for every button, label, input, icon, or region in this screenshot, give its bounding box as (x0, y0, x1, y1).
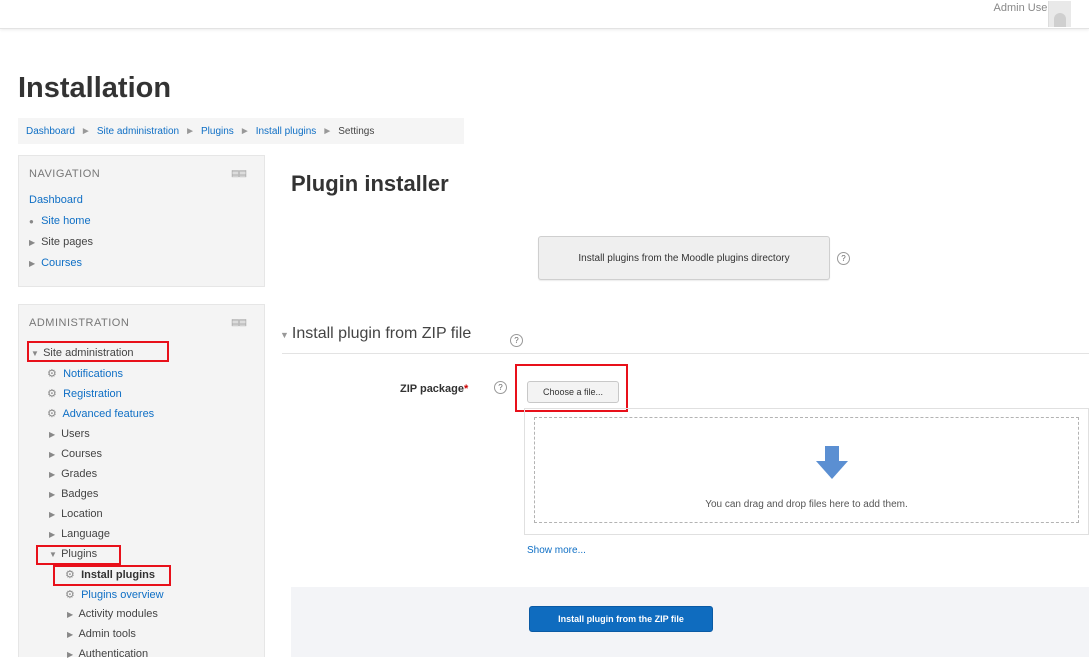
bullet-icon: ● (29, 217, 34, 226)
required-mark: * (464, 383, 469, 395)
breadcrumb-separator: ► (185, 125, 195, 137)
expand-arrow-icon[interactable]: ▶ (29, 259, 38, 268)
expand-arrow-icon[interactable]: ▶ (67, 650, 76, 659)
expand-arrow-icon[interactable]: ▶ (49, 530, 58, 539)
section-divider (282, 353, 1089, 354)
admin-item-advanced-features[interactable]: ⚙ Advanced features (47, 407, 154, 420)
admin-plugins-overview-link[interactable]: Plugins overview (81, 589, 164, 601)
nav-item-courses[interactable]: ▶ Courses (29, 257, 82, 269)
admin-item-language[interactable]: ▶ Language (49, 528, 110, 540)
top-navbar: Admin User (0, 0, 1089, 29)
install-from-directory-button[interactable]: Install plugins from the Moodle plugins … (538, 236, 830, 280)
breadcrumb-separator: ► (322, 125, 333, 137)
admin-item-activity-modules[interactable]: ▶ Activity modules (67, 608, 158, 620)
nav-dashboard-link[interactable]: Dashboard (29, 194, 83, 206)
admin-grades-label[interactable]: Grades (61, 468, 97, 480)
show-more-link[interactable]: Show more... (527, 545, 586, 556)
breadcrumb-dashboard[interactable]: Dashboard (26, 126, 75, 137)
collapse-arrow-icon[interactable]: ▼ (280, 330, 289, 340)
admin-authentication-label[interactable]: Authentication (78, 648, 148, 660)
administration-block-title: ADMINISTRATION (29, 317, 130, 329)
expand-arrow-icon[interactable]: ▶ (49, 450, 58, 459)
admin-item-notifications[interactable]: ⚙ Notifications (47, 367, 123, 380)
admin-registration-link[interactable]: Registration (63, 388, 122, 400)
nav-item-site-home[interactable]: ● Site home (29, 215, 91, 227)
admin-courses-label[interactable]: Courses (61, 448, 102, 460)
admin-item-authentication[interactable]: ▶ Authentication (67, 648, 148, 660)
admin-item-registration[interactable]: ⚙ Registration (47, 387, 122, 400)
expand-arrow-icon[interactable]: ▶ (49, 430, 58, 439)
nav-site-home-link[interactable]: Site home (41, 215, 91, 227)
admin-item-plugins-overview[interactable]: ⚙ Plugins overview (65, 588, 164, 601)
breadcrumb-install-plugins[interactable]: Install plugins (256, 126, 317, 137)
breadcrumb-separator: ► (80, 125, 91, 137)
breadcrumb-site-administration[interactable]: Site administration (97, 126, 179, 137)
admin-activity-modules-label[interactable]: Activity modules (78, 608, 157, 620)
drop-zone-text: You can drag and drop files here to add … (705, 499, 908, 510)
choose-file-button[interactable]: Choose a file... (527, 381, 619, 403)
admin-item-grades[interactable]: ▶ Grades (49, 468, 97, 480)
navigation-block-title: NAVIGATION (29, 168, 101, 180)
page-title: Installation (18, 72, 172, 104)
highlight-install-plugins (53, 565, 171, 586)
admin-language-label[interactable]: Language (61, 528, 110, 540)
highlight-plugins (36, 545, 121, 565)
admin-item-location[interactable]: ▶ Location (49, 508, 103, 520)
expand-arrow-icon[interactable]: ▶ (49, 510, 58, 519)
expand-arrow-icon[interactable]: ▶ (67, 630, 76, 639)
admin-admin-tools-label[interactable]: Admin tools (78, 628, 135, 640)
block-controls-icon[interactable]: ▤▤ (231, 317, 247, 328)
zip-section-legend-text[interactable]: Install plugin from ZIP file (292, 325, 471, 342)
user-menu-name[interactable]: Admin User (994, 2, 1051, 14)
help-icon[interactable]: ? (837, 252, 850, 265)
nav-courses-link[interactable]: Courses (41, 257, 82, 269)
admin-item-badges[interactable]: ▶ Badges (49, 488, 98, 500)
nav-item-site-pages[interactable]: ▶ Site pages (29, 236, 93, 248)
nav-item-dashboard[interactable]: Dashboard (29, 194, 83, 206)
admin-item-users[interactable]: ▶ Users (49, 428, 90, 440)
breadcrumb-settings: Settings (338, 125, 375, 137)
plugin-installer-heading: Plugin installer (291, 171, 449, 196)
help-icon[interactable]: ? (494, 381, 507, 394)
admin-item-admin-tools[interactable]: ▶ Admin tools (67, 628, 136, 640)
admin-notifications-link[interactable]: Notifications (63, 368, 123, 380)
highlight-site-administration (27, 341, 169, 362)
breadcrumb: Dashboard ► Site administration ► Plugin… (18, 118, 464, 144)
admin-location-label[interactable]: Location (61, 508, 103, 520)
gear-icon: ⚙ (47, 388, 57, 400)
down-arrow-icon (816, 446, 848, 479)
navigation-block: NAVIGATION ▤▤ Dashboard ● Site home ▶ Si… (18, 155, 265, 287)
gear-icon: ⚙ (47, 368, 57, 380)
breadcrumb-separator: ► (239, 125, 250, 137)
admin-item-courses[interactable]: ▶ Courses (49, 448, 102, 460)
block-controls-icon[interactable]: ▤▤ (231, 168, 247, 179)
expand-arrow-icon[interactable]: ▶ (29, 238, 38, 247)
gear-icon: ⚙ (47, 408, 57, 420)
zip-package-label-text: ZIP package (400, 383, 464, 395)
admin-badges-label[interactable]: Badges (61, 488, 98, 500)
gear-icon: ⚙ (65, 589, 75, 601)
zip-package-label: ZIP package* (400, 383, 468, 395)
expand-arrow-icon[interactable]: ▶ (67, 610, 76, 619)
help-icon[interactable]: ? (510, 334, 523, 347)
admin-users-label[interactable]: Users (61, 428, 90, 440)
user-avatar[interactable] (1048, 1, 1071, 27)
expand-arrow-icon[interactable]: ▶ (49, 490, 58, 499)
admin-advanced-features-link[interactable]: Advanced features (62, 408, 154, 420)
nav-site-pages-label[interactable]: Site pages (41, 236, 93, 248)
breadcrumb-plugins[interactable]: Plugins (201, 126, 234, 137)
install-plugin-zip-button[interactable]: Install plugin from the ZIP file (529, 606, 713, 632)
zip-section-legend[interactable]: ▼ Install plugin from ZIP file (280, 325, 471, 343)
expand-arrow-icon[interactable]: ▶ (49, 470, 58, 479)
